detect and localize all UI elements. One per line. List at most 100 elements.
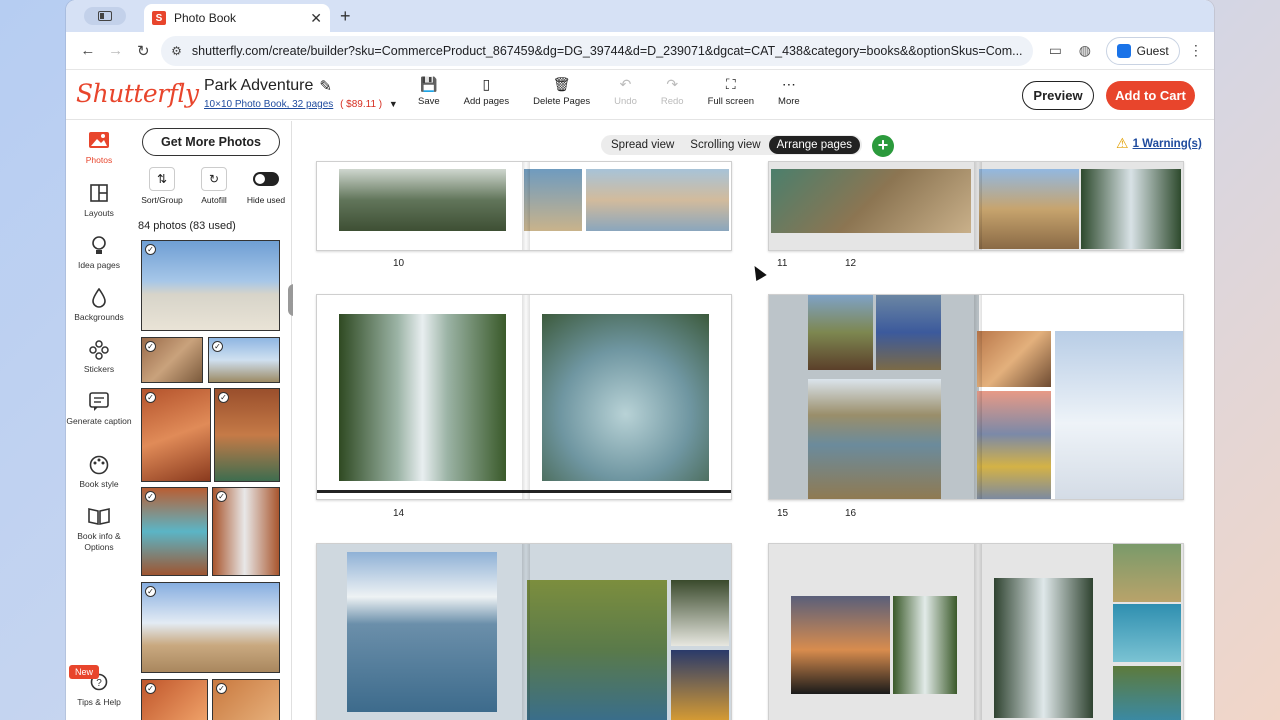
spread-photo[interactable] [542, 314, 709, 481]
new-tab-icon[interactable]: + [340, 6, 351, 27]
spread-16-17[interactable] [768, 294, 1184, 500]
photo-thumbnail[interactable]: ✓ [141, 582, 280, 673]
spread-photo[interactable] [977, 391, 1051, 499]
undo-icon: ↶ [619, 76, 632, 92]
spread-photo[interactable] [979, 169, 1079, 249]
photo-thumbnail[interactable]: ✓ [141, 679, 208, 720]
spread-photo[interactable] [1113, 666, 1181, 720]
spread-14-15[interactable] [316, 294, 732, 500]
site-info-icon[interactable]: ⚙ [171, 44, 182, 58]
undo-button[interactable]: ↶ Undo [602, 76, 649, 107]
project-info: Park Adventure ✎ 10×10 Photo Book, 32 pa… [204, 77, 398, 110]
save-button[interactable]: 💾 Save [406, 76, 452, 107]
rail-item-generate-caption[interactable]: Generate caption [66, 392, 132, 427]
page-number: 14 [393, 508, 405, 519]
rail-item-idea-pages[interactable]: Idea pages [66, 236, 132, 271]
product-link[interactable]: 10×10 Photo Book, 32 pages [204, 99, 333, 110]
delete-pages-button[interactable]: 🗑 Delete Pages [521, 76, 602, 107]
page-number: 12 [845, 258, 857, 269]
pencil-icon[interactable]: ✎ [319, 77, 332, 95]
preview-button[interactable]: Preview [1022, 81, 1094, 110]
photo-thumbnail[interactable]: ✓ [141, 337, 203, 383]
url-omnibox[interactable]: ⚙ shutterfly.com/create/builder?sku=Comm… [161, 35, 1033, 66]
spread-photo[interactable] [671, 650, 729, 720]
spread-photo[interactable] [347, 552, 497, 712]
warning-link[interactable]: 1 Warning(s) [1133, 138, 1202, 150]
photo-thumbnail[interactable]: ✓ [208, 337, 280, 383]
photo-thumbnail[interactable]: ✓ [141, 240, 280, 331]
spread-photo[interactable] [1081, 169, 1181, 249]
warning-indicator[interactable]: ⚠ 1 Warning(s) [1116, 135, 1202, 152]
sort-group-button[interactable]: ⇅ Sort/Group [136, 167, 188, 205]
tab-search-icon[interactable] [84, 7, 126, 25]
spread-photo[interactable] [876, 295, 941, 370]
rail-item-layouts[interactable]: Layouts [66, 184, 132, 219]
reload-icon[interactable]: ↻ [129, 42, 157, 60]
browser-menu-icon[interactable]: ⋮ [1186, 42, 1206, 59]
add-pages-button[interactable]: ▯ Add pages [452, 76, 521, 107]
rail-item-stickers[interactable]: Stickers [66, 340, 132, 375]
more-button[interactable]: ⋯ More [766, 76, 812, 107]
spread-photo[interactable] [586, 169, 729, 231]
rail-item-book-style[interactable]: Book style [66, 455, 132, 490]
spread-10-11[interactable] [316, 161, 732, 251]
spread-photo[interactable] [339, 169, 506, 231]
hide-used-toggle[interactable]: Hide used [240, 167, 292, 205]
spread-photo[interactable] [1055, 331, 1183, 499]
spread-photo[interactable] [1113, 544, 1181, 602]
extension-icon[interactable]: ◍ [1070, 42, 1100, 59]
spread-photo[interactable] [893, 596, 957, 694]
redo-button[interactable]: ↷ Redo [649, 76, 696, 107]
spread-photo[interactable] [527, 580, 667, 720]
spread-photo[interactable] [977, 331, 1051, 387]
lightbulb-icon [66, 236, 132, 258]
spread-view-option[interactable]: Spread view [603, 136, 682, 154]
browser-window: S Photo Book ✕ + ← → ↻ ⚙ shutterfly.com/… [66, 0, 1214, 720]
rail-item-photos[interactable]: Photos [66, 131, 132, 166]
photo-thumbnail[interactable]: ✓ [141, 388, 211, 482]
photo-thumbnail[interactable]: ✓ [141, 487, 208, 576]
spread-photo[interactable] [524, 169, 582, 231]
spread-photo[interactable] [1113, 604, 1181, 662]
spread-20-21[interactable] [768, 543, 1184, 720]
add-page-plus-button[interactable]: + [872, 135, 894, 157]
photo-thumbnail[interactable]: ✓ [212, 679, 280, 720]
forward-icon[interactable]: → [102, 42, 130, 59]
autofill-button[interactable]: ↻ Autofill [188, 167, 240, 205]
photo-thumbnail[interactable]: ✓ [214, 388, 280, 482]
chevron-down-icon[interactable]: ▼ [389, 99, 398, 109]
spread-photo[interactable] [671, 580, 729, 646]
rail-item-book-info[interactable]: Book info & Options [66, 507, 132, 553]
close-tab-icon[interactable]: ✕ [310, 10, 322, 27]
spread-photo[interactable] [339, 314, 506, 481]
shutterfly-logo[interactable]: Shutterfly [76, 79, 199, 108]
scrolling-view-option[interactable]: Scrolling view [682, 136, 768, 154]
spread-photo[interactable] [994, 578, 1093, 718]
back-icon[interactable]: ← [74, 42, 102, 59]
spread-12-13[interactable] [768, 161, 1184, 251]
full-screen-button[interactable]: ⛶ Full screen [696, 76, 766, 107]
add-to-cart-button[interactable]: Add to Cart [1106, 81, 1195, 110]
tab-strip: S Photo Book ✕ + [66, 0, 1214, 32]
browser-tab[interactable]: S Photo Book ✕ [144, 4, 330, 32]
photo-thumbnail[interactable]: ✓ [212, 487, 280, 576]
toggle-switch[interactable] [253, 172, 279, 186]
spread-photo[interactable] [791, 596, 890, 694]
spread-photo[interactable] [808, 295, 873, 370]
project-title[interactable]: Park Adventure [204, 77, 313, 95]
arrange-pages-option[interactable]: Arrange pages [768, 136, 861, 154]
cast-icon[interactable]: ▭ [1041, 42, 1071, 59]
address-bar: ← → ↻ ⚙ shutterfly.com/create/builder?sk… [66, 32, 1214, 70]
check-icon: ✓ [145, 683, 156, 694]
spread-photo[interactable] [808, 379, 941, 499]
profile-button[interactable]: Guest [1105, 36, 1180, 65]
rail-item-backgrounds[interactable]: Backgrounds [66, 287, 132, 323]
photos-icon [66, 131, 132, 153]
page-number: 10 [393, 258, 405, 269]
get-more-photos-button[interactable]: Get More Photos [142, 128, 280, 156]
add-page-icon: ▯ [482, 76, 491, 92]
tab-title: Photo Book [174, 11, 237, 25]
spread-photo[interactable] [771, 169, 971, 233]
spread-18-19[interactable] [316, 543, 732, 720]
fullscreen-icon: ⛶ [725, 76, 736, 92]
